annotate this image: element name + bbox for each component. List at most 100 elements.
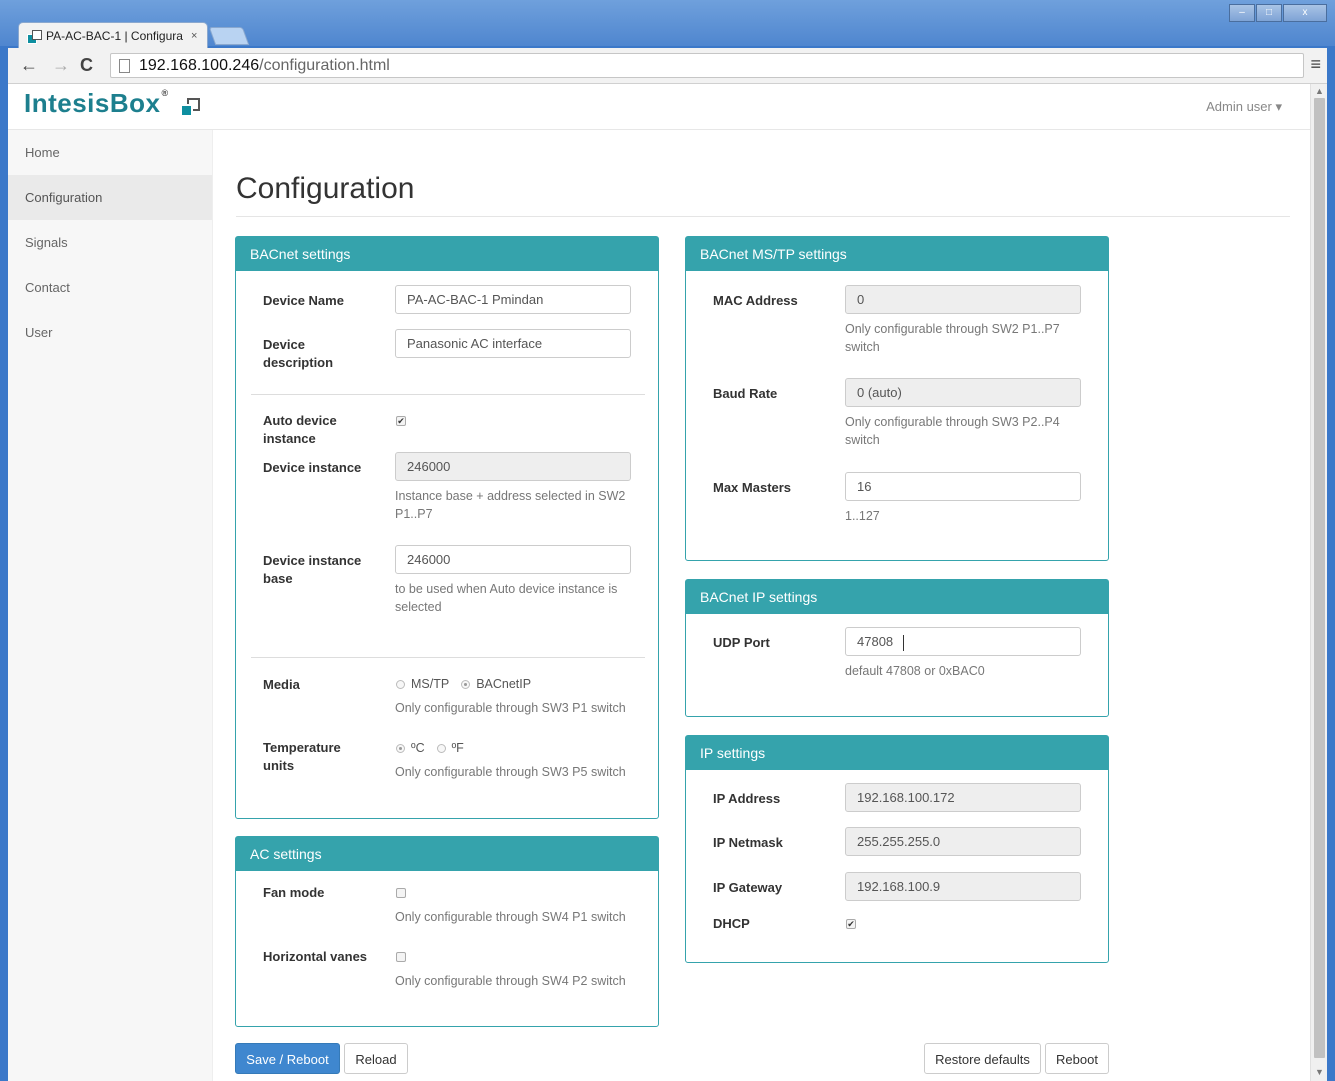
title-divider: [236, 216, 1290, 217]
address-bar[interactable]: 192.168.100.246/configuration.html: [110, 53, 1304, 78]
device-name-input[interactable]: PA-AC-BAC-1 Pmindan: [395, 285, 631, 314]
restore-defaults-button[interactable]: Restore defaults: [924, 1043, 1041, 1074]
ip-address-label: IP Address: [713, 791, 781, 806]
temp-celsius-label: ºC: [411, 741, 425, 755]
temperature-radio-group: ºC ºF: [396, 741, 464, 755]
ac-settings-panel: AC settings Fan mode Only configurable t…: [235, 836, 659, 1027]
ip-settings-panel: IP settings IP Address 192.168.100.172 I…: [685, 735, 1109, 963]
max-masters-input[interactable]: 16: [845, 472, 1081, 501]
media-mstp-radio[interactable]: [396, 679, 405, 689]
reload-icon[interactable]: C: [80, 55, 93, 76]
device-instance-help: Instance base + address selected in SW2 …: [395, 489, 626, 521]
user-menu[interactable]: Admin user ▾: [1206, 99, 1282, 115]
panel-heading: AC settings: [236, 837, 658, 871]
max-masters-help: 1..127: [845, 509, 880, 523]
sidebar-item-signals[interactable]: Signals: [8, 220, 212, 265]
logo-text: IntesisBox: [24, 88, 161, 118]
sidebar-item-home[interactable]: Home: [8, 130, 212, 175]
fan-mode-help: Only configurable through SW4 P1 switch: [395, 910, 626, 924]
favicon-icon: [27, 29, 42, 44]
browser-menu-icon[interactable]: ≡: [1310, 54, 1321, 75]
save-reboot-button[interactable]: Save / Reboot: [235, 1043, 340, 1074]
forward-arrow-icon[interactable]: →: [52, 55, 70, 76]
device-description-label: Device description: [263, 337, 334, 370]
temperature-units-label: Temperature units: [263, 740, 341, 773]
ip-netmask-input[interactable]: 255.255.255.0: [845, 827, 1081, 856]
device-instance-base-help: to be used when Auto device instance is …: [395, 582, 618, 614]
scroll-thumb[interactable]: [1314, 98, 1325, 1058]
sidebar-item-configuration[interactable]: Configuration: [8, 175, 212, 220]
logo[interactable]: IntesisBox®: [24, 88, 169, 119]
text-cursor: [892, 634, 905, 651]
temp-fahrenheit-radio[interactable]: [436, 743, 446, 753]
panel-heading: BACnet settings: [236, 237, 658, 271]
auto-device-instance-checkbox[interactable]: ✔: [396, 416, 406, 426]
url-host: 192.168.100.246: [139, 57, 260, 74]
mac-address-label: MAC Address: [713, 293, 798, 308]
device-description-input[interactable]: Panasonic AC interface: [395, 329, 631, 358]
dhcp-checkbox[interactable]: ✔: [846, 919, 856, 929]
url-path: /configuration.html: [259, 57, 390, 74]
ip-gateway-input[interactable]: 192.168.100.9: [845, 872, 1081, 901]
page-icon: [119, 59, 130, 73]
divider: [251, 394, 645, 395]
scroll-up-arrow-icon[interactable]: ▲: [1315, 86, 1324, 96]
device-instance-base-input[interactable]: 246000: [395, 545, 631, 574]
temp-fahrenheit-label: ºF: [451, 741, 464, 755]
media-mstp-label: MS/TP: [411, 677, 450, 691]
media-help: Only configurable through SW3 P1 switch: [395, 701, 626, 715]
sidebar-item-user[interactable]: User: [8, 310, 212, 355]
horizontal-vanes-label: Horizontal vanes: [263, 949, 368, 964]
baud-rate-input[interactable]: 0 (auto): [845, 378, 1081, 407]
sidebar-item-contact[interactable]: Contact: [8, 265, 212, 310]
maximize-button[interactable]: □: [1256, 4, 1282, 22]
fan-mode-checkbox[interactable]: [396, 888, 406, 898]
ip-gateway-label: IP Gateway: [713, 880, 783, 895]
reboot-button[interactable]: Reboot: [1045, 1043, 1109, 1074]
max-masters-label: Max Masters: [713, 480, 792, 495]
panel-heading: BACnet IP settings: [686, 580, 1108, 614]
bacnet-settings-panel: BACnet settings Device Name PA-AC-BAC-1 …: [235, 236, 659, 819]
back-arrow-icon[interactable]: ←: [20, 55, 38, 76]
tab-title: PA-AC-BAC-1 | Configura: [46, 28, 183, 43]
udp-port-input[interactable]: 47808: [845, 627, 1081, 656]
udp-port-value: 47808: [857, 634, 894, 649]
baud-rate-label: Baud Rate: [713, 386, 778, 401]
baud-rate-help: Only configurable through SW3 P2..P4 swi…: [845, 415, 1060, 447]
scroll-down-arrow-icon[interactable]: ▼: [1315, 1067, 1324, 1077]
ip-netmask-label: IP Netmask: [713, 835, 783, 850]
app-header: IntesisBox® Admin user ▾: [8, 84, 1310, 130]
device-instance-label: Device instance: [263, 460, 362, 475]
auto-device-instance-label: Auto device instance: [263, 413, 337, 446]
browser-titlebar: PA-AC-BAC-1 | Configura × – □ x: [0, 0, 1335, 48]
media-bacnetip-radio[interactable]: [461, 679, 471, 689]
dhcp-label: DHCP: [713, 916, 750, 931]
browser-tab[interactable]: PA-AC-BAC-1 | Configura ×: [18, 22, 208, 48]
mstp-settings-panel: BACnet MS/TP settings MAC Address 0 Only…: [685, 236, 1109, 561]
new-tab-button[interactable]: [208, 27, 250, 45]
vertical-scrollbar[interactable]: ▲ ▼: [1310, 84, 1327, 1081]
panel-heading: IP settings: [686, 736, 1108, 770]
logo-registered-mark: ®: [161, 88, 169, 98]
mac-address-input[interactable]: 0: [845, 285, 1081, 314]
logo-icon: [180, 96, 206, 120]
divider: [251, 657, 645, 658]
tab-close-button[interactable]: ×: [191, 30, 207, 42]
main-content: Configuration BACnet settings Device Nam…: [213, 130, 1310, 1081]
udp-port-help: default 47808 or 0xBAC0: [845, 664, 985, 678]
fan-mode-label: Fan mode: [263, 885, 325, 900]
close-window-button[interactable]: x: [1283, 4, 1327, 22]
reload-button[interactable]: Reload: [344, 1043, 408, 1074]
device-name-label: Device Name: [263, 293, 344, 308]
sidebar: Home Configuration Signals Contact User: [8, 130, 213, 1081]
browser-toolbar: ← → C 192.168.100.246/configuration.html…: [8, 48, 1327, 84]
device-instance-input[interactable]: 246000: [395, 452, 631, 481]
horizontal-vanes-checkbox[interactable]: [396, 952, 406, 962]
bacnet-ip-settings-panel: BACnet IP settings UDP Port 47808 defaul…: [685, 579, 1109, 717]
browser-viewport: IntesisBox® Admin user ▾ Home Configurat…: [8, 84, 1327, 1081]
udp-port-label: UDP Port: [713, 635, 770, 650]
temp-celsius-radio[interactable]: [396, 743, 405, 753]
ip-address-input[interactable]: 192.168.100.172: [845, 783, 1081, 812]
minimize-button[interactable]: –: [1229, 4, 1255, 22]
page-title: Configuration: [236, 172, 415, 205]
